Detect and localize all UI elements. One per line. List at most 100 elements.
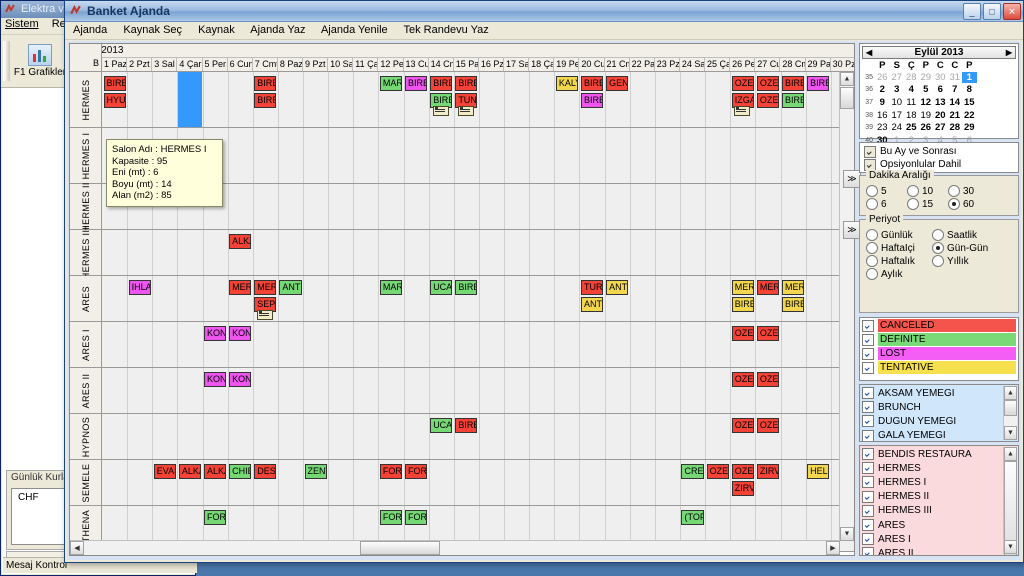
calendar-day[interactable]: 4 <box>904 84 919 95</box>
appointment-block[interactable]: BIREY <box>405 76 428 91</box>
calendar-day[interactable]: 20 <box>933 110 948 121</box>
dakika-radio-5[interactable]: 5 <box>866 185 907 197</box>
grid-column-header[interactable]: 1 Paz <box>102 58 128 71</box>
appointment-block[interactable]: KONS <box>204 326 227 341</box>
appointment-block[interactable]: IHLAS <box>128 280 151 295</box>
appointment-block[interactable]: FORD <box>379 510 403 525</box>
appointment-block[interactable]: FORD <box>204 510 227 525</box>
appointment-block[interactable]: BIREY <box>430 76 453 91</box>
calendar-day[interactable]: 31 <box>948 72 963 83</box>
appointment-block[interactable]: OZEL <box>756 93 779 108</box>
appointment-block[interactable]: CHIES <box>229 464 252 479</box>
row-label-ares[interactable]: ARES <box>70 276 102 321</box>
event-type-scroll-thumb[interactable] <box>1004 400 1017 416</box>
grid-column-header[interactable]: 30 Pzt <box>830 58 854 71</box>
row-label-hermes[interactable]: HERMES <box>70 72 102 127</box>
radio-icon[interactable] <box>932 229 944 241</box>
month-calendar[interactable]: ◀ Eylül 2013 ▶ PSÇPCCP 35 26 27 28 29 30 31 1 36… <box>859 43 1019 146</box>
list-item[interactable]: ARES <box>862 518 1018 532</box>
appointment-block[interactable]: OZEL <box>731 464 754 479</box>
calendar-prev-button[interactable]: ◀ <box>866 48 872 57</box>
menu-ajanda[interactable]: Ajanda <box>73 24 107 36</box>
appointment-block[interactable]: ANTL <box>279 280 302 295</box>
periyot-radio-haftalık[interactable]: Haftalık <box>866 255 932 267</box>
radio-icon[interactable] <box>866 242 878 254</box>
appointment-block[interactable]: BIREY <box>455 76 478 91</box>
list-item[interactable]: HERMES II <box>862 490 1018 504</box>
menu-kaynak-sec[interactable]: Kaynak Seç <box>123 24 182 36</box>
dakika-radio-15[interactable]: 15 <box>907 198 948 210</box>
row-label-hermes-iii[interactable]: HERMES III <box>70 226 102 279</box>
calendar-day[interactable]: 8 <box>962 84 977 95</box>
grid-column-header[interactable]: 6 Cum <box>227 58 253 71</box>
appointment-block[interactable]: FORD <box>405 464 428 479</box>
resource-list-scrollbar[interactable]: ▲ ▼ <box>1003 447 1017 555</box>
periyot-radio-haftai̇çi[interactable]: Haftaİçi <box>866 242 932 254</box>
appointment-block[interactable]: BIREY <box>455 280 478 295</box>
toolbar-grip[interactable] <box>3 41 10 81</box>
calendar-day[interactable]: 28 <box>904 72 919 83</box>
appointment-block[interactable]: ANTL <box>580 297 604 312</box>
close-button[interactable]: ✕ <box>1003 3 1021 20</box>
appointment-block[interactable]: OZEL <box>731 372 754 387</box>
calendar-day[interactable]: 11 <box>904 97 919 108</box>
checkbox-icon[interactable] <box>862 347 874 360</box>
grid-row-cells[interactable]: EVASALKAALKACHIESDESTZENTFORDFORDCREAOZE… <box>102 460 854 505</box>
appointment-block[interactable]: BIREY <box>254 93 277 108</box>
list-item[interactable]: HERMES III <box>862 504 1018 518</box>
appointment-block[interactable]: BIREY <box>580 76 604 91</box>
row-label-ares-i[interactable]: ARES I <box>70 322 102 367</box>
appointment-block[interactable]: OZEL <box>756 326 779 341</box>
row-label-ares-ii[interactable]: ARES II <box>70 368 102 413</box>
radio-icon[interactable] <box>866 229 878 241</box>
scroll-thumb-vertical[interactable] <box>840 87 854 109</box>
appointment-block[interactable]: ZENT <box>304 464 327 479</box>
calendar-day[interactable]: 27 <box>933 122 948 133</box>
grid-column-header[interactable]: 26 Per <box>730 58 756 71</box>
calendar-day[interactable]: 27 <box>890 72 905 83</box>
row-label-hermes-ii[interactable]: HERMES II <box>70 182 102 231</box>
radio-icon[interactable] <box>907 198 919 210</box>
grid-column-header[interactable]: 29 Paz <box>805 58 831 71</box>
grid-column-header[interactable]: 4 Çar <box>177 58 203 71</box>
resource-scroll-up[interactable]: ▲ <box>1004 447 1017 461</box>
calendar-day[interactable]: 22 <box>962 110 977 121</box>
grid-column-header[interactable]: 8 Paz <box>277 58 303 71</box>
appointment-block[interactable]: BIREY <box>782 93 805 108</box>
appointment-block[interactable]: BIREY <box>807 76 830 91</box>
checkbox-icon[interactable] <box>864 158 876 171</box>
radio-icon[interactable] <box>907 185 919 197</box>
calendar-day[interactable]: 23 <box>875 122 890 133</box>
grid-column-header[interactable]: 9 Pzt <box>303 58 329 71</box>
calendar-day[interactable]: 16 <box>875 110 890 121</box>
checkbox-icon[interactable] <box>862 319 874 332</box>
radio-icon[interactable] <box>948 185 960 197</box>
calendar-day[interactable]: 14 <box>948 97 963 108</box>
list-item[interactable]: BENDIS RESTAURA <box>862 447 1018 461</box>
checkbox-icon[interactable] <box>862 547 874 555</box>
appointment-block[interactable]: OZEL <box>731 418 754 433</box>
dakika-radio-60[interactable]: 60 <box>948 198 989 210</box>
grid-column-header[interactable]: 27 Cum <box>755 58 781 71</box>
grid-column-header[interactable]: 21 Cmt <box>604 58 630 71</box>
calendar-day[interactable]: 7 <box>948 84 963 95</box>
appointment-block[interactable]: OZEL <box>756 76 779 91</box>
grid-row-cells[interactable]: BIREYHYUNBIREYBIREYMARKBIREYBIREYBIREYBI… <box>102 72 854 127</box>
appointment-block[interactable]: MARK <box>379 76 403 91</box>
appointment-block[interactable]: HYUN <box>103 93 126 108</box>
menu-tek-randevu-yaz[interactable]: Tek Randevu Yaz <box>404 24 489 36</box>
status-legend-row[interactable]: CANCELED <box>862 319 1016 332</box>
appointment-block[interactable]: MERI <box>782 280 805 295</box>
menu-ajanda-yenile[interactable]: Ajanda Yenile <box>321 24 388 36</box>
appointment-block[interactable]: KONS <box>229 372 252 387</box>
checkbox-icon[interactable] <box>862 519 874 532</box>
event-type-scroll-down[interactable]: ▼ <box>1004 426 1017 440</box>
calendar-day[interactable]: 10 <box>890 97 905 108</box>
scroll-thumb-horizontal[interactable] <box>360 541 440 555</box>
checkbox-icon[interactable] <box>862 533 874 546</box>
appointment-block[interactable]: KALY <box>555 76 578 91</box>
radio-icon[interactable] <box>948 198 960 210</box>
appointment-block[interactable]: EVAS <box>153 464 176 479</box>
menu-ajanda-yaz[interactable]: Ajanda Yaz <box>250 24 305 36</box>
checkbox-icon[interactable] <box>862 476 874 489</box>
